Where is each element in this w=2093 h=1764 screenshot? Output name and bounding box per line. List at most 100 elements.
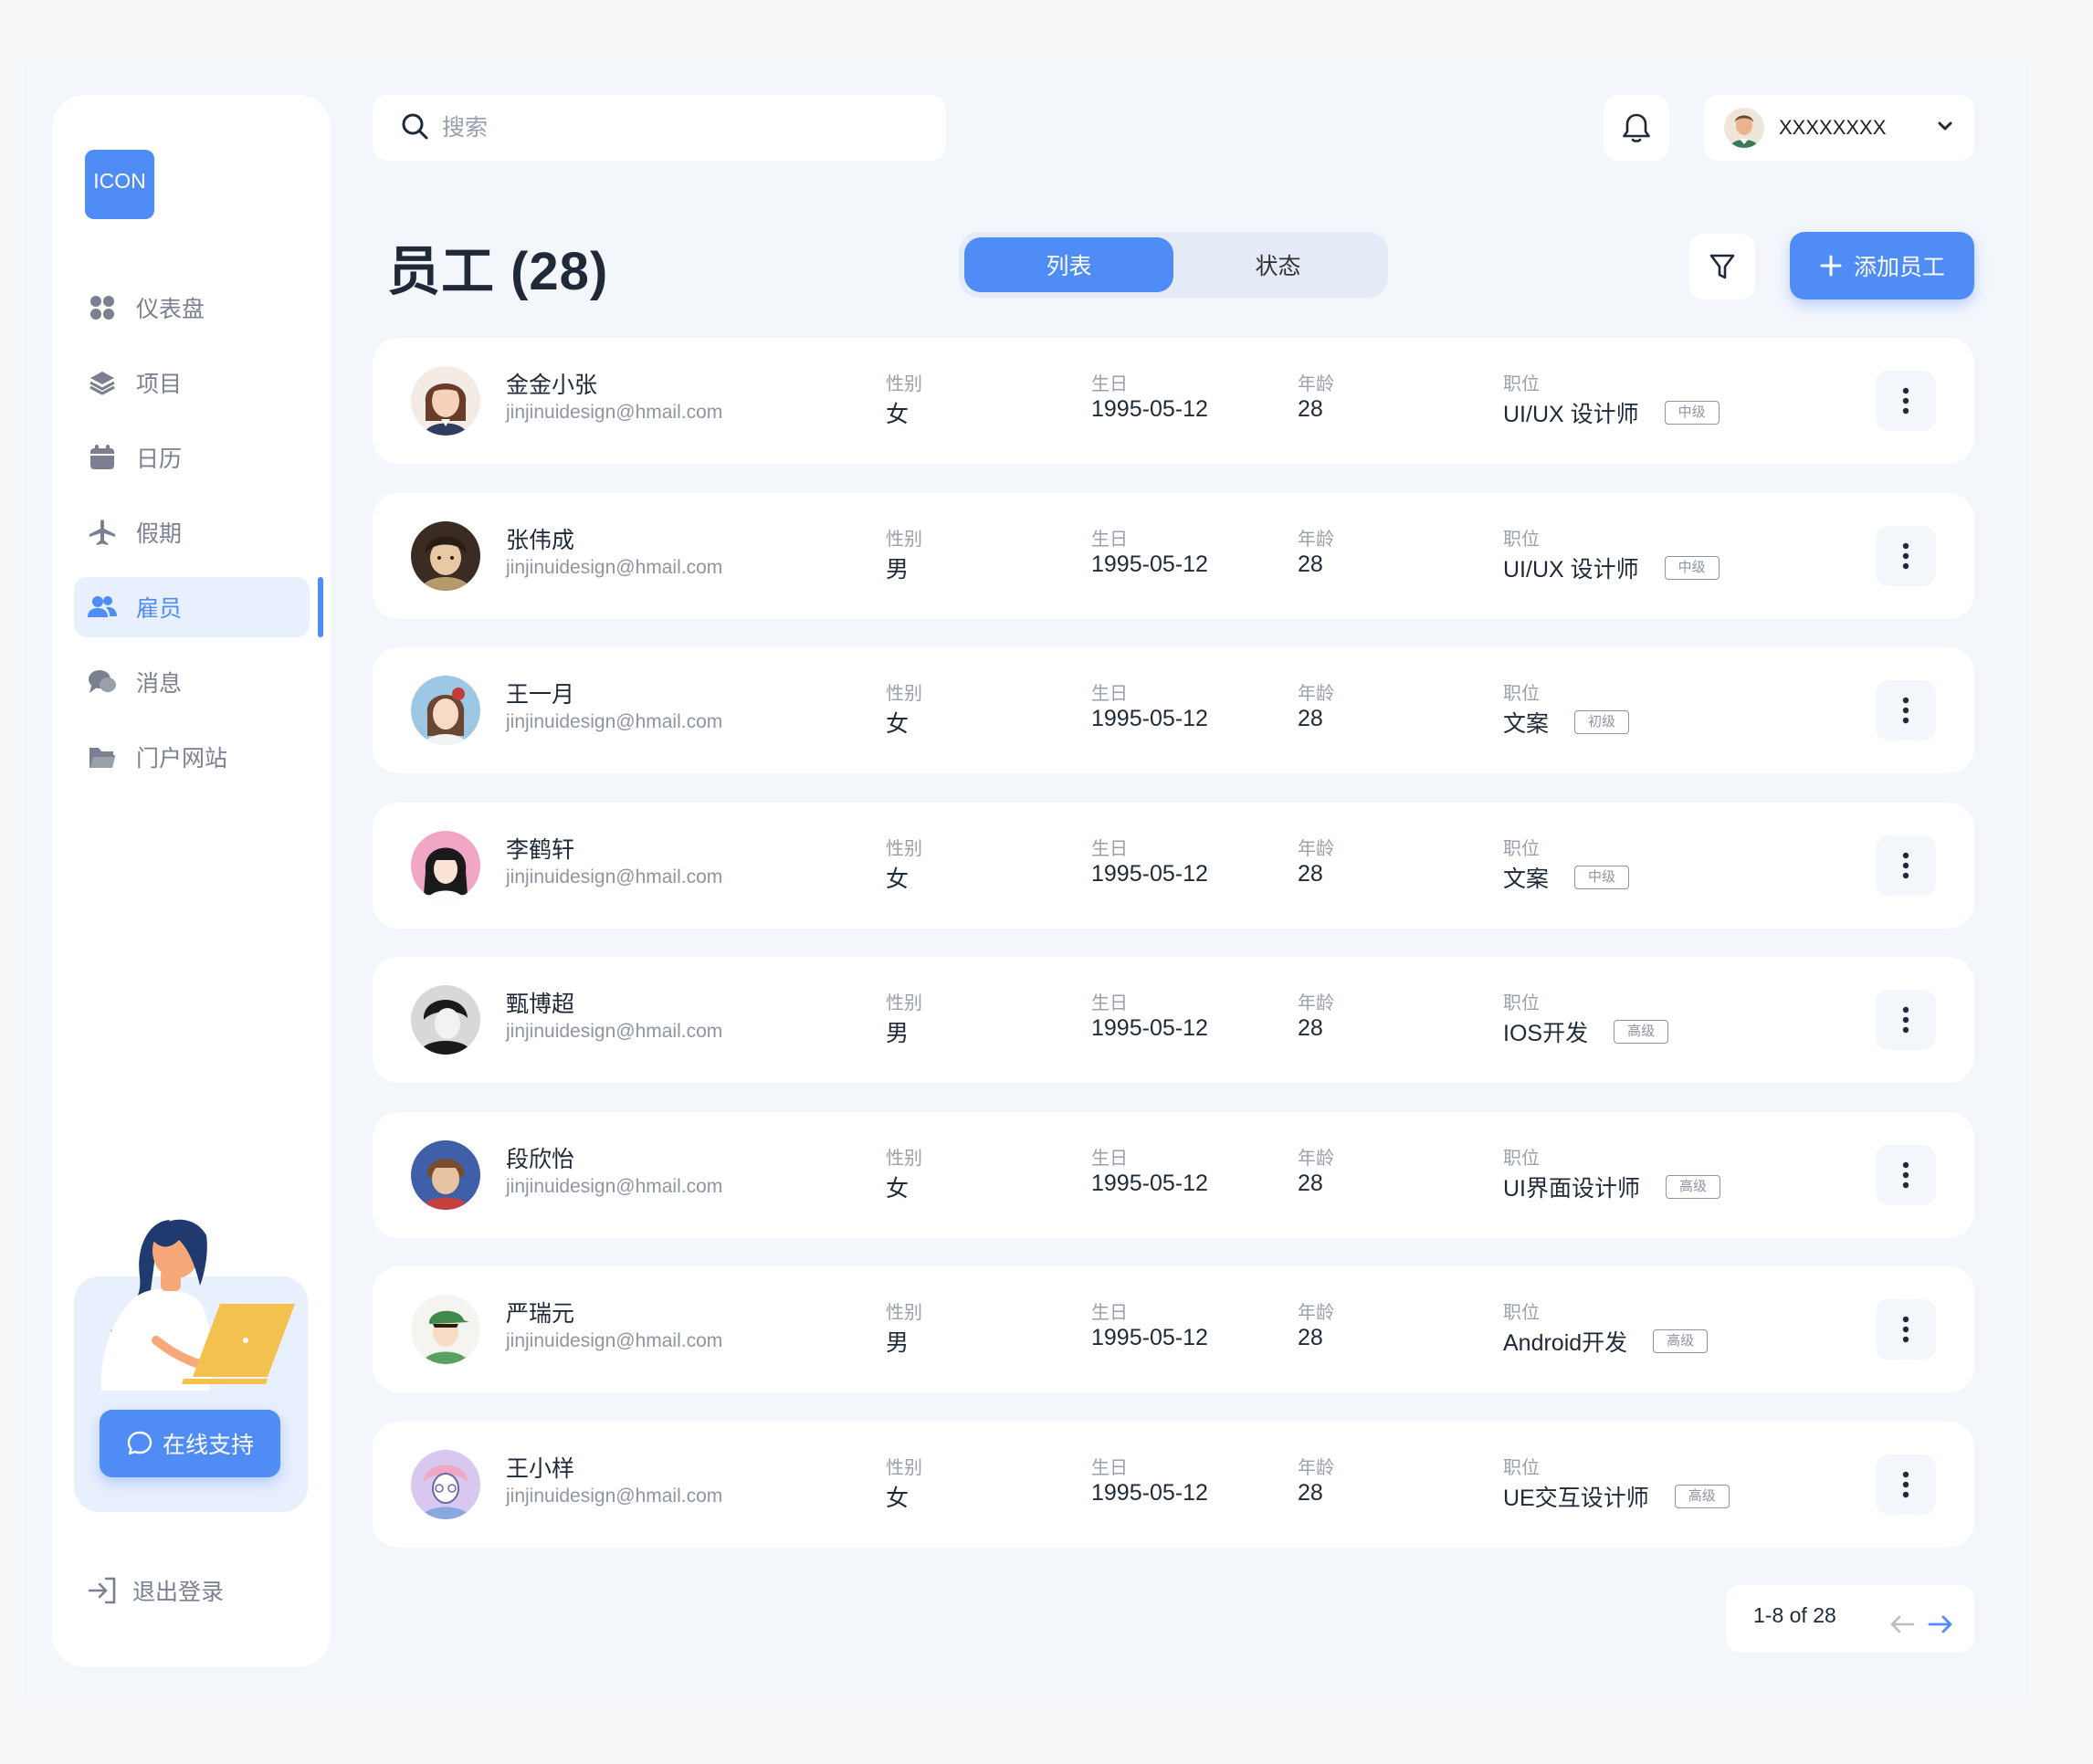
birthday-value: 1995-05-12 (1091, 860, 1208, 887)
position-label: 职位 (1503, 684, 1540, 704)
age-label: 年龄 (1298, 838, 1334, 859)
gender-value: 女 (886, 711, 910, 737)
more-options-button[interactable] (1876, 1299, 1936, 1360)
employee-email: jinjinuidesign@hmail.com (506, 402, 723, 423)
app-logo[interactable]: ICON (85, 150, 154, 219)
position-value: UI/UX 设计师 中级 (1503, 551, 1720, 584)
dashboard-icon (87, 292, 118, 323)
level-badge: 高级 (1614, 1020, 1669, 1044)
position-value: UI/UX 设计师 中级 (1503, 396, 1720, 429)
age-value: 28 (1298, 1015, 1323, 1041)
avatar (411, 985, 480, 1055)
table-row[interactable]: 王一月 jinjinuidesign@hmail.com 性别 女 生日 199… (373, 647, 1974, 773)
avatar (411, 520, 480, 591)
online-support-button[interactable]: 在线支持 (100, 1410, 280, 1477)
filter-button[interactable] (1689, 234, 1755, 299)
avatar (411, 366, 480, 436)
layers-icon (87, 367, 118, 398)
sidebar-item-label: 消息 (136, 671, 183, 697)
pagination: 1-8 of 28 (1726, 1585, 1974, 1653)
gender-label: 性别 (886, 1457, 922, 1478)
gender-value: 男 (886, 1021, 910, 1046)
employee-email: jinjinuidesign@hmail.com (506, 556, 723, 578)
more-vertical-icon (1902, 387, 1909, 415)
employee-name: 甄博超 (506, 992, 575, 1017)
tab-list[interactable]: 列表 (964, 237, 1173, 292)
birthday-label: 生日 (1091, 838, 1128, 859)
chat-icon (87, 667, 118, 698)
next-page-button[interactable] (1921, 1605, 1960, 1643)
table-row[interactable]: 段欣怡 jinjinuidesign@hmail.com 性别 女 生日 199… (373, 1111, 1974, 1238)
more-vertical-icon (1902, 1471, 1909, 1497)
add-employee-button[interactable]: 添加员工 (1790, 232, 1974, 299)
birthday-label: 生日 (1091, 993, 1128, 1013)
plus-icon (1820, 255, 1842, 277)
birthday-label: 生日 (1091, 374, 1128, 394)
search-input[interactable] (442, 114, 899, 142)
sidebar-item-employees[interactable]: 雇员 (74, 577, 323, 637)
sidebar-item-label: 日历 (136, 446, 183, 472)
chat-bubble-icon (127, 1431, 153, 1455)
gender-value: 男 (886, 556, 910, 583)
sidebar-item-dashboard[interactable]: 仪表盘 (74, 278, 310, 338)
sidebar-item-calendar[interactable]: 日历 (74, 427, 310, 488)
user-menu[interactable]: XXXXXXXX (1704, 95, 1974, 161)
gender-label: 性别 (886, 684, 922, 704)
position-title: UI/UX 设计师 (1503, 556, 1639, 583)
more-options-button[interactable] (1876, 1144, 1936, 1205)
employee-email: jinjinuidesign@hmail.com (506, 711, 723, 732)
employee-name: 张伟成 (506, 527, 575, 553)
sidebar-item-label: 假期 (136, 521, 183, 547)
more-vertical-icon (1902, 1316, 1909, 1343)
sidebar-item-portal[interactable]: 门户网站 (74, 727, 310, 787)
sidebar-item-holidays[interactable]: 假期 (74, 502, 310, 562)
table-row[interactable]: 王小样 jinjinuidesign@hmail.com 性别 女 生日 199… (373, 1421, 1974, 1548)
table-row[interactable]: 张伟成 jinjinuidesign@hmail.com 性别 男 生日 199… (373, 492, 1974, 619)
position-value: Android开发 高级 (1503, 1325, 1709, 1358)
age-label: 年龄 (1298, 1457, 1334, 1478)
table-row[interactable]: 甄博超 jinjinuidesign@hmail.com 性别 男 生日 199… (373, 957, 1974, 1083)
avatar (411, 1295, 480, 1364)
more-vertical-icon (1902, 1161, 1909, 1188)
age-label: 年龄 (1298, 1303, 1334, 1323)
sidebar-nav: 仪表盘 项目 日历 假期 雇员 消息 门户网站 (74, 278, 366, 802)
more-vertical-icon (1902, 1006, 1909, 1034)
notifications-button[interactable] (1604, 95, 1669, 161)
logout-button[interactable]: 退出登录 (87, 1574, 224, 1607)
gender-label: 性别 (886, 529, 922, 550)
logout-icon (88, 1577, 116, 1604)
more-options-button[interactable] (1876, 1454, 1936, 1515)
position-title: 文案 (1503, 711, 1550, 737)
tab-status[interactable]: 状态 (1173, 237, 1383, 292)
more-options-button[interactable] (1876, 680, 1936, 740)
more-options-button[interactable] (1876, 835, 1936, 896)
table-row[interactable]: 严瑞元 jinjinuidesign@hmail.com 性别 男 生日 199… (373, 1266, 1974, 1392)
position-title: Android开发 (1503, 1330, 1628, 1356)
more-options-button[interactable] (1876, 990, 1936, 1050)
more-options-button[interactable] (1876, 371, 1936, 431)
sidebar-item-projects[interactable]: 项目 (74, 352, 310, 413)
birthday-value: 1995-05-12 (1091, 1479, 1208, 1506)
table-row[interactable]: 金金小张 jinjinuidesign@hmail.com 性别 女 生日 19… (373, 338, 1974, 464)
sidebar-item-messages[interactable]: 消息 (74, 652, 310, 712)
more-options-button[interactable] (1876, 525, 1936, 586)
gender-label: 性别 (886, 1303, 922, 1323)
prev-page-button[interactable] (1883, 1605, 1921, 1643)
employee-name: 段欣怡 (506, 1146, 575, 1172)
gender-label: 性别 (886, 1148, 922, 1169)
avatar (411, 830, 480, 900)
username: XXXXXXXX (1779, 116, 1887, 139)
sidebar: ICON 仪表盘 项目 日历 假期 雇员 消息 门户网站 在线支持 退出登录 (52, 95, 331, 1667)
search-bar[interactable] (373, 95, 946, 161)
position-label: 职位 (1503, 1148, 1540, 1169)
position-title: UE交互设计师 (1503, 1485, 1649, 1511)
age-label: 年龄 (1298, 374, 1334, 394)
table-row[interactable]: 李鹤轩 jinjinuidesign@hmail.com 性别 女 生日 199… (373, 802, 1974, 929)
chevron-down-icon[interactable] (1936, 120, 1954, 137)
sidebar-item-label: 门户网站 (136, 746, 228, 772)
sidebar-item-label: 雇员 (136, 596, 183, 622)
filter-icon (1709, 254, 1735, 279)
position-label: 职位 (1503, 838, 1540, 859)
position-label: 职位 (1503, 1457, 1540, 1478)
users-icon (87, 592, 118, 623)
